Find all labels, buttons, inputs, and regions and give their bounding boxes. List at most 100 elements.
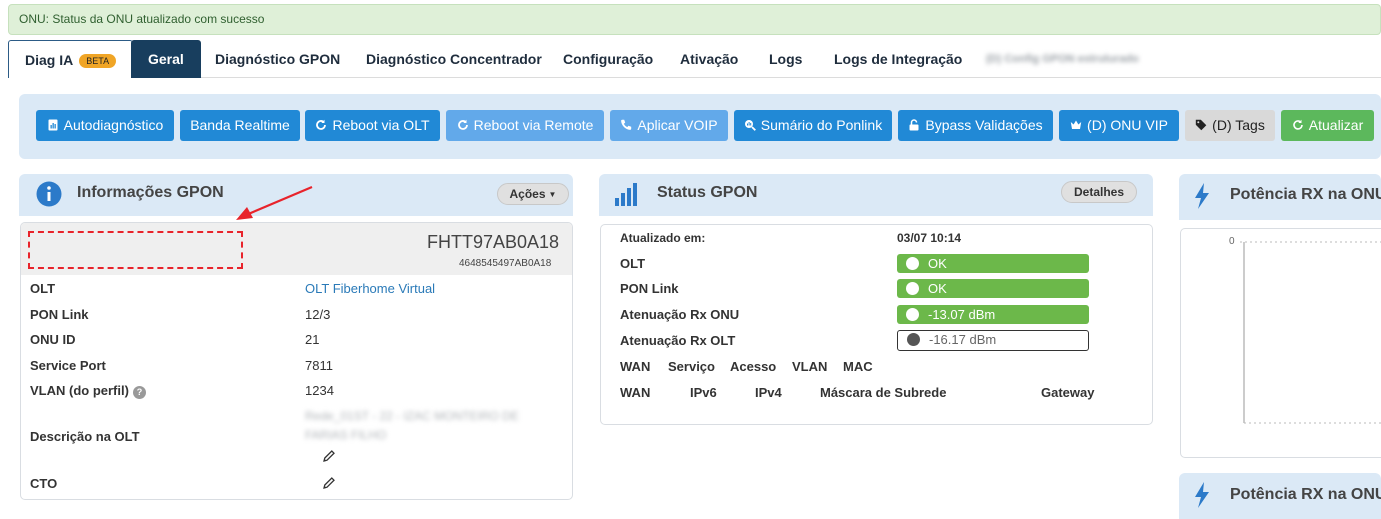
onu-id-label: ONU ID <box>30 332 76 347</box>
potencia-chart <box>1240 241 1381 424</box>
tag-icon <box>1195 119 1207 131</box>
status-gpon-title: Status GPON <box>657 184 758 201</box>
acoes-dropdown-button[interactable]: Ações ▼ <box>497 183 569 205</box>
rx-olt-badge: -16.17 dBm <box>897 330 1089 351</box>
pon-link-label: PON Link <box>30 307 89 322</box>
vlan-value: 1234 <box>305 383 334 398</box>
status-olt-label: OLT <box>620 256 646 271</box>
tab-logs-integracao[interactable]: Logs de Integração <box>834 40 962 78</box>
reboot-olt-label: Reboot via OLT <box>332 117 430 133</box>
ip-header-gateway: Gateway <box>1041 385 1095 400</box>
wan-header-acesso: Acesso <box>730 359 777 374</box>
crown-icon <box>1070 120 1082 129</box>
tab-ativacao[interactable]: Ativação <box>680 40 738 78</box>
pencil-icon[interactable] <box>322 449 336 463</box>
status-ponlink-badge: OK <box>897 279 1089 298</box>
bypass-validacoes-button[interactable]: Bypass Validações <box>898 110 1053 141</box>
y-tick-label: 0 <box>1229 236 1235 247</box>
clipboard-chart-icon <box>48 119 58 131</box>
ip-header-ipv6: IPv6 <box>690 385 717 400</box>
autodiagnostico-label: Autodiagnóstico <box>63 117 164 133</box>
arrow-annotation <box>236 185 313 220</box>
wan-header-servico: Serviço <box>668 359 715 374</box>
tab-configuracao[interactable]: Configuração <box>563 40 653 78</box>
detalhes-button[interactable]: Detalhes <box>1061 181 1137 203</box>
tags-label: (D) Tags <box>1212 117 1265 133</box>
tab-diagnostico-concentrador[interactable]: Diagnóstico Concentrador <box>366 40 542 78</box>
wan-header-mac: MAC <box>843 359 873 374</box>
rx-onu-value: -13.07 dBm <box>928 307 996 322</box>
aplicar-voip-button[interactable]: Aplicar VOIP <box>610 110 728 141</box>
phone-icon <box>621 119 632 130</box>
info-circle-icon <box>907 333 920 346</box>
refresh-icon <box>457 119 468 130</box>
banda-realtime-button[interactable]: Banda Realtime <box>180 110 300 141</box>
bolt-icon <box>1195 183 1209 209</box>
ip-header-mascara: Máscara de Subrede <box>820 385 947 400</box>
bypass-validacoes-label: Bypass Validações <box>925 117 1043 133</box>
potencia-title-2: Potência RX na ONU <box>1230 486 1381 503</box>
sumario-ponlink-label: Sumário do Ponlink <box>760 117 883 133</box>
info-icon <box>36 181 62 207</box>
reboot-remote-label: Reboot via Remote <box>473 117 594 133</box>
vlan-label-text: VLAN (do perfil) <box>30 383 129 398</box>
caret-down-icon: ▼ <box>548 190 557 199</box>
tags-button[interactable]: (D) Tags <box>1185 110 1275 141</box>
tab-diag-ia[interactable]: Diag IA BETA <box>8 40 134 78</box>
tab-diagnostico-gpon[interactable]: Diagnóstico GPON <box>215 40 340 78</box>
check-circle-icon <box>906 282 919 295</box>
aplicar-voip-label: Aplicar VOIP <box>637 117 718 133</box>
info-gpon-title: Informações GPON <box>77 184 224 201</box>
success-alert: ONU: Status da ONU atualizado com sucess… <box>8 4 1381 35</box>
question-icon[interactable]: ? <box>132 386 146 399</box>
status-ponlink-label: PON Link <box>620 281 679 296</box>
unlock-icon <box>909 119 919 131</box>
onu-vip-label: (D) ONU VIP <box>1087 117 1168 133</box>
olt-link[interactable]: OLT Fiberhome Virtual <box>305 281 435 296</box>
atualizar-button[interactable]: Atualizar <box>1281 110 1374 141</box>
main-tabs: Diag IA BETA Geral Diagnóstico GPON Diagn… <box>8 40 1381 78</box>
status-ponlink-value: OK <box>928 281 947 296</box>
service-port-label: Service Port <box>30 358 106 373</box>
serial-number: FHTT97AB0A18 <box>427 232 560 252</box>
bolt-icon <box>1195 482 1209 508</box>
onu-vip-button[interactable]: (D) ONU VIP <box>1059 110 1179 141</box>
sumario-ponlink-button[interactable]: Sumário do Ponlink <box>734 110 892 141</box>
updated-label: Atualizado em: <box>620 231 706 245</box>
ip-header-ipv4: IPv4 <box>755 385 782 400</box>
rx-olt-value: -16.17 dBm <box>929 332 997 347</box>
potencia-title: Potência RX na ONU <box>1230 186 1381 203</box>
rx-onu-label: Atenuação Rx ONU <box>620 307 740 322</box>
reboot-remote-button[interactable]: Reboot via Remote <box>446 110 604 141</box>
onu-id-value: 21 <box>305 332 320 347</box>
search-chart-icon <box>744 120 756 131</box>
autodiagnostico-button[interactable]: Autodiagnóstico <box>36 110 174 141</box>
status-olt-badge: OK <box>897 254 1089 273</box>
tab-logs[interactable]: Logs <box>769 40 802 78</box>
service-port-value: 7811 <box>305 358 333 373</box>
tab-geral[interactable]: Geral <box>131 40 201 78</box>
rx-olt-label: Atenuação Rx OLT <box>620 333 736 348</box>
descricao-label: Descrição na OLT <box>30 429 140 444</box>
reboot-olt-button[interactable]: Reboot via OLT <box>305 110 440 141</box>
rx-onu-badge: -13.07 dBm <box>897 305 1089 324</box>
cto-label: CTO <box>30 476 58 491</box>
ip-header-wan: WAN <box>620 385 651 400</box>
tab-config-gpon[interactable]: (D) Config GPON estruturado <box>986 40 1139 78</box>
status-olt-value: OK <box>928 256 947 271</box>
descricao-value: Rede_01ST - 22 - IZAC MONTEIRO DE FARIAS… <box>305 409 519 442</box>
acoes-label: Ações <box>509 187 546 201</box>
check-circle-icon <box>906 308 919 321</box>
beta-badge: BETA <box>79 54 117 68</box>
pencil-icon[interactable] <box>322 476 336 490</box>
vlan-label: VLAN (do perfil)? <box>30 383 146 399</box>
wan-header-wan: WAN <box>620 359 651 374</box>
olt-label: OLT <box>30 281 56 296</box>
check-circle-icon <box>906 257 919 270</box>
updated-value: 03/07 10:14 <box>897 231 962 245</box>
highlight-box <box>28 231 243 269</box>
refresh-icon <box>316 119 327 130</box>
atualizar-label: Atualizar <box>1308 117 1364 133</box>
pon-link-value: 12/3 <box>305 307 331 322</box>
tab-diag-ia-label: Diag IA <box>25 52 74 68</box>
